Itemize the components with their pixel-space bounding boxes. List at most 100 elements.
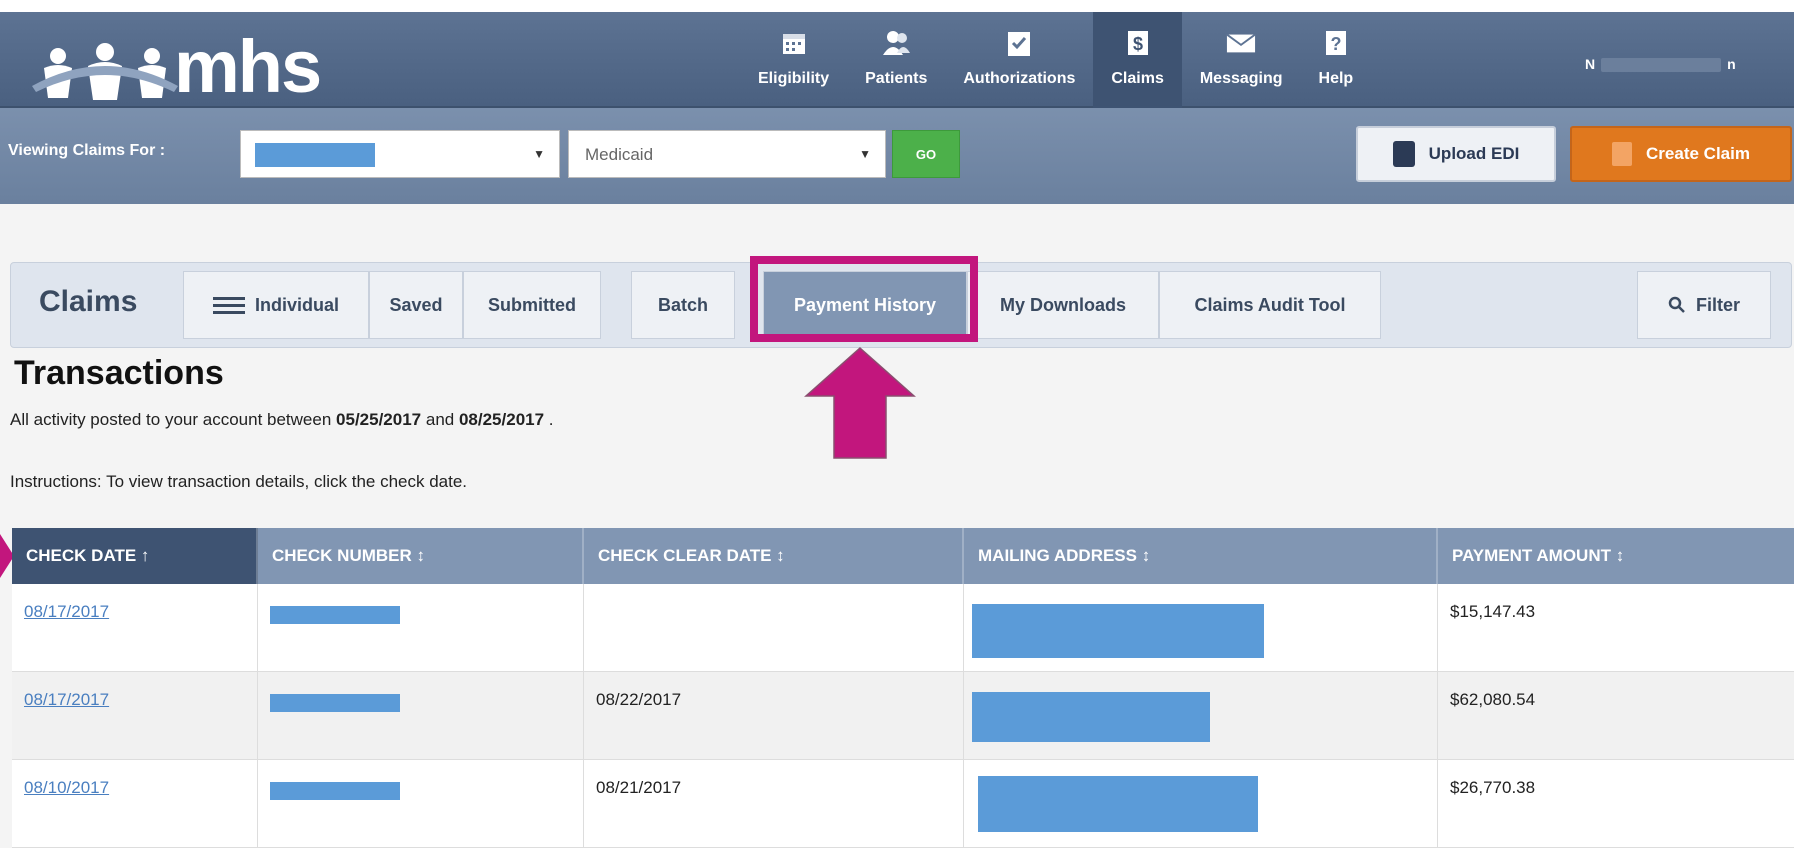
go-button[interactable]: GO xyxy=(892,130,960,178)
check-date-link[interactable]: 08/17/2017 xyxy=(24,602,109,621)
chevron-down-icon: ▼ xyxy=(533,147,545,161)
check-number-cell xyxy=(258,672,584,759)
logo-family-icon xyxy=(32,43,178,100)
nav-label: Claims xyxy=(1111,70,1164,87)
chevron-down-icon: ▼ xyxy=(859,147,871,161)
check-number-cell xyxy=(258,760,584,847)
check-date-cell: 08/17/2017 xyxy=(12,584,258,671)
create-claim-button[interactable]: Create Claim xyxy=(1570,126,1792,182)
svg-text:$: $ xyxy=(1133,34,1143,54)
add-document-icon xyxy=(1612,142,1633,166)
instructions-text: Instructions: To view transaction detail… xyxy=(10,472,468,491)
check-number-cell xyxy=(258,584,584,671)
tab-individual[interactable]: Individual xyxy=(183,271,369,339)
nav-label: Patients xyxy=(865,70,928,87)
check-number-redaction xyxy=(270,606,400,624)
column-header-mailing-address[interactable]: MAILING ADDRESS ↕ xyxy=(964,528,1438,584)
svg-text:?: ? xyxy=(1330,34,1341,54)
tab-saved[interactable]: Saved xyxy=(369,271,463,339)
mailing-address-cell xyxy=(964,584,1438,671)
transactions-description: All activity posted to your account betw… xyxy=(10,410,554,430)
table-row: 08/10/2017 08/21/2017 $26,770.38 xyxy=(12,760,1794,848)
check-date-link[interactable]: 08/10/2017 xyxy=(24,778,109,797)
payment-amount-cell: $15,147.43 xyxy=(1450,602,1536,621)
mailing-address-cell xyxy=(964,760,1438,847)
claims-title: Claims xyxy=(39,285,138,318)
tab-label: Individual xyxy=(254,294,339,315)
mailing-address-redaction xyxy=(972,692,1210,742)
column-header-check-date[interactable]: CHECK DATE ↑ xyxy=(12,528,258,584)
nav-authorizations[interactable]: Authorizations xyxy=(945,12,1093,108)
tab-claims-audit-tool[interactable]: Claims Audit Tool xyxy=(1159,271,1381,339)
desc-suffix: . xyxy=(548,410,554,429)
filter-button[interactable]: Filter xyxy=(1637,271,1771,339)
nav-claims[interactable]: $ Claims xyxy=(1093,12,1182,108)
nav-help[interactable]: ? Help xyxy=(1301,12,1372,108)
users-icon xyxy=(881,28,911,58)
mailing-address-redaction xyxy=(972,604,1264,658)
create-claim-label: Create Claim xyxy=(1646,144,1750,163)
table-row: 08/17/2017 08/22/2017 $62,080.54 xyxy=(12,672,1794,760)
payment-history-highlight xyxy=(750,256,978,342)
help-icon: ? xyxy=(1321,28,1351,58)
end-date: 08/25/2017 xyxy=(458,410,545,429)
upload-edi-button[interactable]: Upload EDI xyxy=(1356,126,1556,182)
check-date-cell: 08/10/2017 xyxy=(12,760,258,847)
tab-my-downloads[interactable]: My Downloads xyxy=(967,271,1159,339)
search-icon xyxy=(1668,296,1685,313)
filter-label: Filter xyxy=(1695,294,1740,315)
logo-text: mhs xyxy=(174,25,322,108)
upload-edi-label: Upload EDI xyxy=(1428,144,1520,163)
nav-label: Eligibility xyxy=(758,70,830,87)
clipboard-check-icon xyxy=(1004,28,1034,58)
nav-label: Messaging xyxy=(1199,70,1283,87)
check-clear-date-cell: 08/22/2017 xyxy=(584,672,964,759)
table-header: CHECK DATE ↑ CHECK NUMBER ↕ CHECK CLEAR … xyxy=(12,528,1794,584)
plan-select[interactable]: Medicaid ▼ xyxy=(568,130,886,178)
provider-select[interactable]: ▼ xyxy=(240,130,560,178)
envelope-icon xyxy=(1226,28,1256,58)
nav-label: Authorizations xyxy=(963,70,1076,87)
check-number-redaction xyxy=(270,694,400,712)
mailing-address-cell xyxy=(964,672,1438,759)
column-header-check-clear-date[interactable]: CHECK CLEAR DATE ↕ xyxy=(584,528,964,584)
tab-batch[interactable]: Batch xyxy=(631,271,735,339)
desc-and: and xyxy=(425,410,455,429)
calendar-icon xyxy=(779,28,809,58)
viewing-claims-label: Viewing Claims For : xyxy=(8,142,166,159)
tab-submitted[interactable]: Submitted xyxy=(463,271,601,339)
nav-messaging[interactable]: Messaging xyxy=(1182,12,1301,108)
claims-filter-bar: Viewing Claims For : ▼ Medicaid ▼ GO Upl… xyxy=(0,108,1794,204)
dollar-doc-icon: $ xyxy=(1123,28,1153,58)
top-navbar: mhs Eligibility Patients Authorizations … xyxy=(0,12,1794,108)
nav-label: Help xyxy=(1318,70,1354,87)
user-suffix: n xyxy=(1727,56,1736,72)
main-nav: Eligibility Patients Authorizations $ Cl… xyxy=(740,12,1371,108)
check-clear-date-cell xyxy=(584,584,964,671)
check-clear-date-cell: 08/21/2017 xyxy=(584,760,964,847)
nav-eligibility[interactable]: Eligibility xyxy=(740,12,847,108)
payment-amount-cell: $26,770.38 xyxy=(1450,778,1536,797)
start-date: 05/25/2017 xyxy=(336,410,422,429)
plan-select-value: Medicaid xyxy=(585,145,654,164)
payment-amount-cell: $62,080.54 xyxy=(1450,690,1536,709)
check-date-cell: 08/17/2017 xyxy=(12,672,258,759)
user-menu[interactable]: Nn xyxy=(1585,56,1736,73)
check-date-link[interactable]: 08/17/2017 xyxy=(24,690,109,709)
nav-patients[interactable]: Patients xyxy=(847,12,945,108)
column-header-check-number[interactable]: CHECK NUMBER ↕ xyxy=(258,528,584,584)
check-number-redaction xyxy=(270,782,400,800)
user-name-redaction xyxy=(1601,58,1722,73)
up-arrow-annotation-icon xyxy=(804,346,916,459)
menu-icon xyxy=(212,293,245,318)
column-header-payment-amount[interactable]: PAYMENT AMOUNT ↕ xyxy=(1438,528,1794,584)
table-row: 08/17/2017 $15,147.43 xyxy=(12,584,1794,672)
mailing-address-redaction xyxy=(978,776,1258,832)
page-title: Transactions xyxy=(14,354,224,392)
provider-redaction xyxy=(255,143,375,167)
upload-icon xyxy=(1392,141,1415,167)
desc-prefix: All activity posted to your account betw… xyxy=(10,410,332,429)
transactions-table: CHECK DATE ↑ CHECK NUMBER ↕ CHECK CLEAR … xyxy=(12,528,1794,848)
mhs-logo[interactable]: mhs xyxy=(30,20,322,108)
user-initial: N xyxy=(1585,56,1596,72)
